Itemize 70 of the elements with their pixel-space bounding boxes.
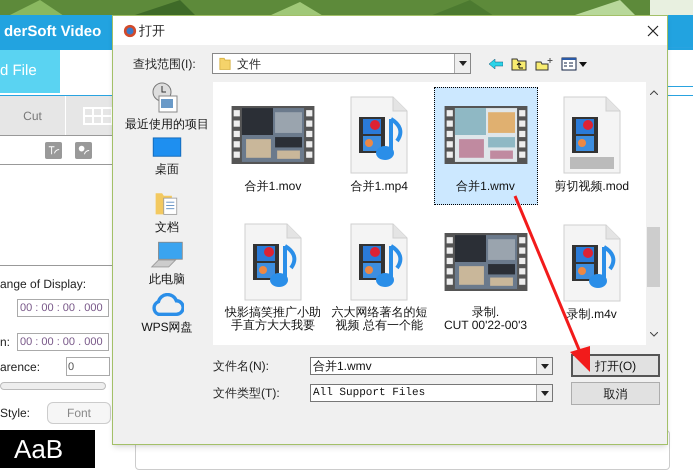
file-name: 合并1.mov — [244, 180, 302, 193]
file-item[interactable]: 合并1.mp4 — [327, 87, 432, 205]
place-label: WPS网盘 — [141, 320, 193, 334]
text-effect-icon — [45, 142, 62, 158]
duration-label: n: — [0, 334, 12, 351]
look-in-label: 查找范围(I): — [133, 56, 197, 72]
place-label: 桌面 — [155, 162, 179, 176]
computer-icon — [150, 241, 184, 270]
desktop-icon — [152, 137, 182, 160]
file-item[interactable]: 录制. CUT 00'22-00'3 — [434, 215, 538, 333]
image-effect-icon — [75, 142, 92, 158]
place-item[interactable]: 最近使用的项目 — [122, 82, 212, 138]
tab[interactable]: Cut — [0, 96, 65, 136]
file-name: 六大网络著名的短视频 总有一个能 — [330, 306, 428, 332]
place-label: 最近使用的项目 — [125, 117, 209, 131]
close-icon[interactable] — [647, 24, 659, 36]
dropdown-button[interactable] — [454, 54, 470, 73]
place-item[interactable]: 此电脑 — [122, 241, 212, 294]
look-in-value: 文件 — [237, 56, 261, 72]
file-name: 合并1.wmv — [455, 180, 516, 193]
caret-icon — [540, 390, 548, 396]
dropdown-button[interactable] — [536, 358, 552, 374]
file-type-dropdown[interactable]: All Support Files — [310, 384, 553, 402]
caret-icon — [540, 364, 548, 368]
place-label: 文档 — [155, 220, 179, 234]
open-button[interactable]: 打开(O) — [571, 354, 660, 377]
file-name: 录制. CUT 00'22-00'3 — [442, 306, 528, 332]
file-item[interactable]: 合并1.mov — [221, 87, 325, 205]
back-arrow-icon[interactable] — [489, 58, 503, 68]
dialog-title: 打开 — [139, 22, 165, 40]
file-type-label: 文件类型(T): — [213, 385, 281, 402]
scroll-thumb[interactable] — [647, 227, 660, 287]
end-time-field[interactable]: 00 : 00 : 00 . 000 — [17, 333, 109, 351]
dropdown-button[interactable] — [536, 385, 552, 401]
file-name: 快影搞笑推广小助手直方大大我要 — [224, 306, 322, 332]
file-name: 录制.m4v — [566, 308, 618, 321]
start-time-field[interactable]: 00 : 00 : 00 . 000 — [17, 299, 109, 317]
scroll-down-icon[interactable] — [650, 332, 658, 337]
file-name-value: 合并1.wmv — [312, 358, 372, 375]
scroll-up-icon[interactable] — [650, 90, 658, 95]
place-label: 此电脑 — [149, 272, 185, 286]
cloud-icon — [150, 293, 184, 318]
place-item[interactable]: 桌面 — [122, 137, 212, 190]
display-range-label: ange of Display: — [0, 276, 88, 293]
new-folder-icon[interactable] — [535, 56, 553, 70]
file-item[interactable]: 快影搞笑推广小助手直方大大我要 — [221, 215, 325, 333]
cancel-button[interactable]: 取消 — [571, 382, 660, 405]
place-item[interactable]: WPS网盘 — [122, 293, 212, 346]
file-item[interactable]: 合并1.wmv — [434, 87, 538, 205]
file-name-label: 文件名(N): — [213, 358, 270, 375]
app-icon — [123, 24, 137, 38]
transparency-label: arence: — [0, 358, 42, 376]
file-type-value: All Support Files — [312, 386, 426, 401]
transparency-spinner[interactable]: 0 — [66, 357, 110, 376]
place-item[interactable]: 文档 — [122, 189, 212, 242]
window-title: derSoft Video — [4, 22, 102, 42]
slider-track[interactable] — [0, 382, 106, 390]
file-name: 合并1.mp4 — [350, 180, 409, 193]
folder-up-icon[interactable] — [511, 56, 527, 70]
style-label: Style: — [0, 405, 32, 422]
folder-icon — [219, 56, 231, 71]
file-name-field[interactable]: 合并1.wmv — [310, 357, 553, 375]
file-item[interactable]: 剪切视频.mod — [540, 87, 644, 205]
caret-icon — [458, 61, 466, 66]
view-menu-icon[interactable] — [561, 56, 587, 70]
look-in-dropdown[interactable]: 文件 — [212, 53, 471, 74]
file-item[interactable]: 录制.m4v — [540, 215, 644, 333]
file-name: 剪切视频.mod — [553, 180, 630, 193]
text-preview: AaB — [0, 430, 95, 468]
file-item[interactable]: 六大网络著名的短视频 总有一个能 — [327, 215, 432, 333]
